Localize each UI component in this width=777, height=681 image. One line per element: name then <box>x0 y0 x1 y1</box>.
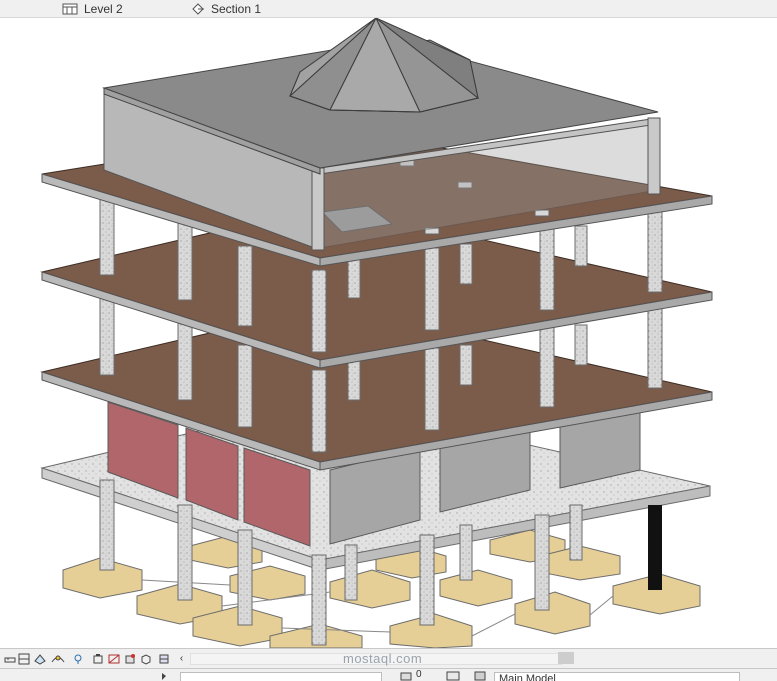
tab-label: Level 2 <box>84 1 123 16</box>
workset-value: 0 <box>416 669 422 680</box>
analytical-model-icon[interactable] <box>156 651 171 666</box>
shadows-icon[interactable] <box>70 651 85 666</box>
sun-path-icon[interactable] <box>50 651 65 666</box>
view-tab-bar: Level 2 Section 1 <box>0 0 777 18</box>
temporary-hide-icon[interactable] <box>122 651 137 666</box>
watermark-text: mostaql.com <box>343 651 423 666</box>
scrollbar-thumb[interactable] <box>558 652 574 664</box>
section-icon <box>192 2 204 15</box>
tab-level-2[interactable]: Level 2 <box>62 0 123 17</box>
scale-icon[interactable] <box>2 651 17 666</box>
show-crop-icon[interactable] <box>106 651 121 666</box>
3d-view-canvas[interactable] <box>0 16 777 649</box>
status-bar: 0 Main Model <box>0 668 777 681</box>
tab-section-1[interactable]: Section 1 <box>191 0 261 17</box>
tab-label: Section 1 <box>211 1 262 16</box>
view-control-bar: ‹ mostaql.com <box>0 648 777 668</box>
detail-level-icon[interactable] <box>16 651 31 666</box>
crop-region-icon[interactable] <box>90 651 105 666</box>
reveal-hidden-icon[interactable] <box>138 651 153 666</box>
floor-plan-icon <box>62 3 78 14</box>
collapse-arrow-icon[interactable]: ‹ <box>174 651 189 666</box>
building-3d-model <box>40 16 713 649</box>
visual-style-icon[interactable] <box>32 651 47 666</box>
black-column <box>648 505 662 590</box>
skylight-pyramid <box>289 16 480 113</box>
